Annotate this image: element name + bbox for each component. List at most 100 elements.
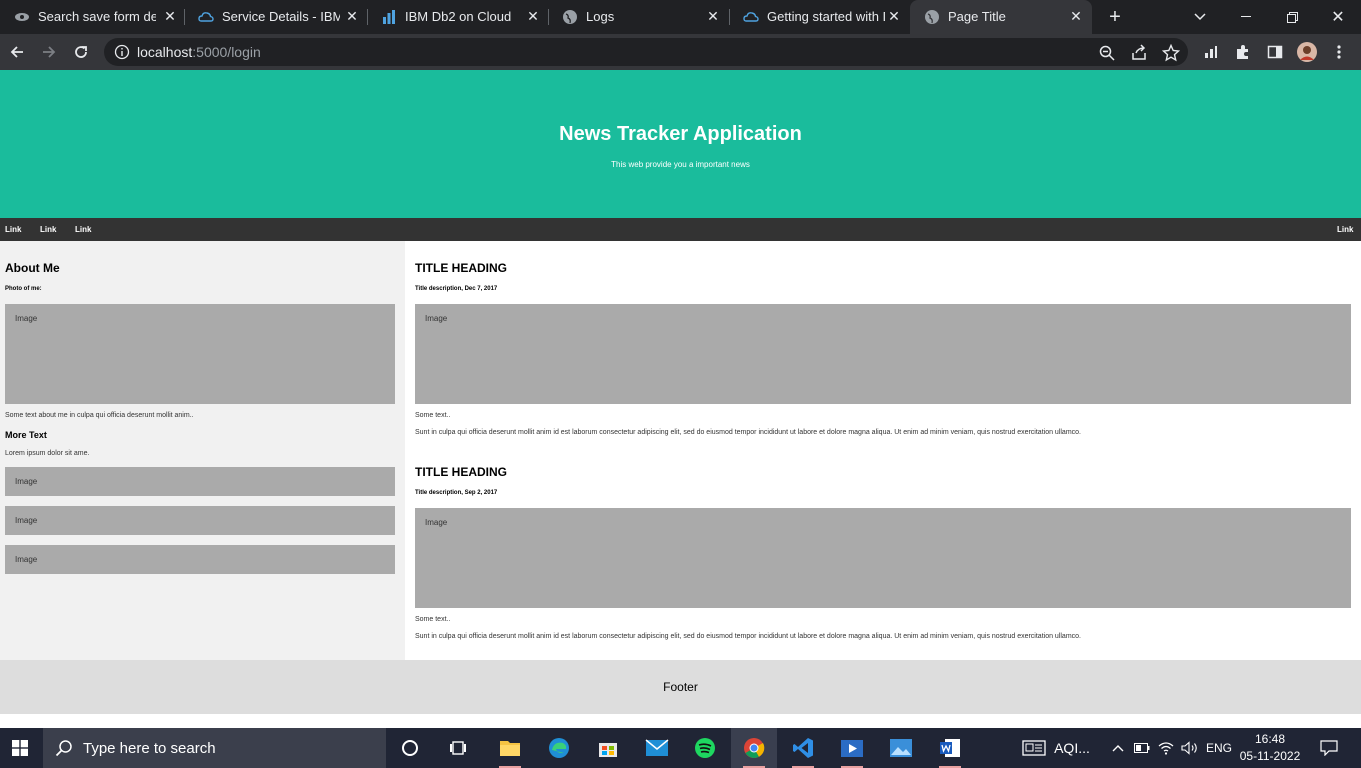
windows-icon [12, 740, 28, 756]
notification-icon [1320, 740, 1338, 756]
side-panel-icon [1267, 45, 1283, 59]
taskbar-app-mail[interactable] [634, 728, 680, 768]
main-content: TITLE HEADING Title description, Dec 7, … [405, 241, 1361, 660]
volume-button[interactable] [1179, 728, 1201, 768]
notifications-button[interactable] [1314, 728, 1344, 768]
close-window-button[interactable]: ✕ [1315, 0, 1361, 34]
taskbar-app-chrome[interactable] [731, 728, 777, 768]
battery-button[interactable] [1131, 728, 1153, 768]
close-icon[interactable]: ✕ [162, 8, 178, 25]
nav-link[interactable]: Link [75, 225, 91, 234]
store-icon [599, 743, 617, 757]
volume-icon [1181, 741, 1197, 755]
forward-arrow-icon [43, 46, 56, 58]
image-label: Image [425, 314, 448, 323]
info-icon[interactable] [114, 44, 130, 60]
tab-title: IBM Db2 on Cloud [405, 9, 512, 24]
extensions-button[interactable] [1231, 40, 1255, 64]
url-host: localhost [137, 44, 193, 60]
close-icon[interactable]: ✕ [344, 8, 360, 25]
image-placeholder: Image [5, 467, 395, 496]
db2-icon [383, 10, 395, 24]
windows-taskbar: Type here to search AQI... ENG 16:48 05-… [0, 728, 1361, 768]
taskbar-app-store[interactable] [585, 728, 631, 768]
browser-tab-active[interactable]: Page Title ✕ [910, 0, 1092, 34]
show-hidden-icons-button[interactable] [1108, 728, 1128, 768]
cortana-button[interactable] [387, 728, 433, 768]
tab-title: Service Details - IBM C [222, 9, 340, 24]
taskbar-search-box[interactable]: Type here to search [43, 728, 386, 768]
browser-tab[interactable]: Getting started with D ✕ [729, 0, 910, 34]
browser-tab[interactable]: Service Details - IBM C ✕ [184, 0, 367, 34]
image-label: Image [15, 555, 38, 564]
navbar: Link Link Link Link [0, 218, 1361, 241]
reload-button[interactable] [69, 40, 93, 64]
browser-tab[interactable]: Logs ✕ [548, 0, 729, 34]
tab-search-button[interactable] [1177, 0, 1223, 34]
post-title: TITLE HEADING [415, 261, 507, 275]
image-label: Image [425, 518, 448, 527]
signal-icon [1205, 46, 1217, 58]
restore-button[interactable] [1269, 0, 1315, 34]
nav-link[interactable]: Link [5, 225, 21, 234]
side-panel-button[interactable] [1263, 40, 1287, 64]
taskbar-app-word[interactable] [927, 728, 973, 768]
language-indicator[interactable]: ENG [1204, 728, 1234, 768]
share-icon[interactable] [1130, 44, 1148, 62]
taskbar-app-photos[interactable] [878, 728, 924, 768]
close-icon[interactable]: ✕ [886, 8, 902, 25]
nav-link-right[interactable]: Link [1337, 225, 1353, 234]
page-header: News Tracker Application This web provid… [0, 70, 1361, 218]
post-some-text: Some text.. [415, 412, 451, 419]
back-button[interactable] [5, 40, 29, 64]
cortana-icon [402, 740, 418, 756]
taskbar-app-spotify[interactable] [682, 728, 728, 768]
browser-tab[interactable]: Search save form deta ✕ [0, 0, 184, 34]
clock-date: 05-11-2022 [1239, 749, 1301, 763]
taskbar-app-video-editor[interactable] [829, 728, 875, 768]
close-icon[interactable]: ✕ [1068, 8, 1084, 25]
battery-icon [1134, 743, 1150, 753]
footer-text: Footer [663, 680, 698, 694]
vscode-icon [793, 738, 813, 758]
task-view-button[interactable] [435, 728, 481, 768]
mail-icon [645, 739, 669, 756]
taskbar-app-vscode[interactable] [780, 728, 826, 768]
extension-icon-button[interactable] [1199, 40, 1223, 64]
taskbar-app-edge[interactable] [536, 728, 582, 768]
news-widget[interactable]: AQI... [1016, 728, 1096, 768]
url-text[interactable]: localhost:5000/login [137, 44, 261, 60]
address-bar[interactable]: localhost:5000/login [104, 38, 1188, 66]
taskbar-clock[interactable]: 16:48 05-11-2022 [1238, 731, 1302, 765]
browser-tab[interactable]: IBM Db2 on Cloud ✕ [367, 0, 548, 34]
minimize-button[interactable] [1223, 0, 1269, 34]
nav-link[interactable]: Link [40, 225, 56, 234]
wifi-button[interactable] [1155, 728, 1177, 768]
post-image-placeholder: Image [415, 508, 1351, 608]
image-placeholder: Image [5, 545, 395, 574]
file-explorer-icon [500, 741, 520, 756]
close-icon[interactable]: ✕ [705, 8, 721, 25]
start-button[interactable] [0, 728, 40, 768]
browser-tab-bar: Search save form deta ✕ Service Details … [0, 0, 1361, 34]
news-icon [1022, 740, 1046, 756]
tab-title: Search save form deta [38, 9, 156, 24]
post-description: Title description, Sep 2, 2017 [415, 490, 498, 496]
menu-button[interactable] [1327, 40, 1351, 64]
cloud-icon [743, 12, 759, 22]
about-text: Some text about me in culpa qui officia … [5, 412, 194, 419]
page-subtitle: This web provide you a important news [611, 160, 750, 169]
taskbar-app-file-explorer[interactable] [487, 728, 533, 768]
sidebar: About Me Photo of me: Image Some text ab… [0, 241, 405, 660]
search-placeholder: Type here to search [83, 740, 216, 757]
profile-button[interactable] [1295, 40, 1319, 64]
star-icon[interactable] [1162, 44, 1180, 62]
new-tab-button[interactable]: + [1092, 0, 1138, 34]
avatar [1297, 42, 1317, 62]
tab-title: Getting started with D [767, 9, 885, 24]
image-label: Image [15, 477, 38, 486]
edge-icon [549, 738, 569, 758]
close-icon[interactable]: ✕ [525, 8, 541, 25]
forward-button[interactable] [37, 40, 61, 64]
zoom-icon[interactable] [1098, 44, 1116, 62]
